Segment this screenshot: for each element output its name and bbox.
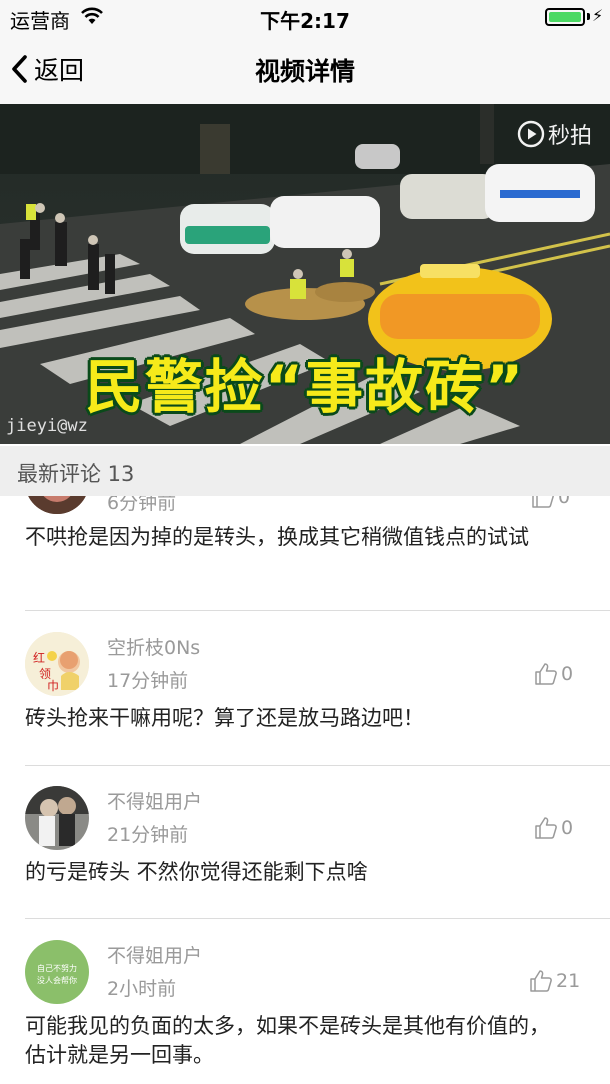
like-count: 21 (556, 970, 581, 992)
avatar-image: 自己不努力 没人会帮你 (25, 940, 89, 1004)
avatar[interactable] (25, 786, 89, 850)
avatar-image: 红 领 巾 (25, 632, 89, 696)
comment-text: 砖头抢来干嘛用呢？算了还是放马路边吧！ (25, 706, 424, 730)
comment-time: 2小时前 (107, 978, 177, 1000)
battery-icon (545, 8, 585, 26)
thumbs-up-icon (535, 817, 557, 839)
avatar-caption: 自己不努力 (37, 963, 77, 973)
uploader-tag: jieyi@wz (6, 416, 88, 436)
like-button[interactable]: 21 (528, 968, 580, 994)
comment-text: 可能我见的负面的太多，如果不是砖头是其他有价值的，估计就是另一回事。 (25, 1014, 550, 1067)
like-count: 0 (558, 496, 571, 508)
comment-item: 自己不努力 没人会帮你 不得姐用户 2小时前 21 可能我见的负面的太多，如果不… (0, 919, 610, 1084)
thumbs-up-icon (532, 496, 554, 508)
comment-item: 红 领 巾 空折枝0Ns 17分钟前 0 砖头抢来干嘛用呢？算了还是放马路边吧！ (0, 611, 610, 766)
comments-header: 最新评论 13 (0, 446, 610, 496)
like-button[interactable]: 0 (533, 661, 573, 687)
thumbs-up-icon (535, 663, 557, 685)
comment-item: 不得姐用户 21分钟前 0 的亏是砖头 不然你觉得还能剩下点啥 (0, 765, 610, 919)
comment-username: 空折枝0Ns (107, 637, 201, 659)
status-bar: 运营商 下午2:17 ⚡ (0, 0, 610, 34)
like-count: 0 (561, 817, 574, 839)
comment-text: 不哄抢是因为掉的是转头，换成其它稍微值钱点的试试 (25, 525, 529, 549)
comments-count-label: 最新评论 13 (17, 462, 135, 486)
comment-time: 6分钟前 (107, 496, 177, 514)
play-circle-icon (517, 120, 545, 148)
status-time: 下午2:17 (260, 9, 350, 33)
like-button[interactable]: 0 (533, 815, 573, 841)
video-player[interactable]: 秒拍 民警捡“事故砖” jieyi@wz (0, 104, 610, 444)
comment-time: 21分钟前 (107, 824, 189, 846)
battery-tip (587, 13, 590, 20)
watermark-label: 秒拍 (547, 124, 592, 149)
comment-text: 的亏是砖头 不然你觉得还能剩下点啥 (25, 860, 368, 884)
avatar[interactable] (25, 496, 89, 514)
like-count: 0 (561, 663, 574, 685)
avatar-caption: 没人会帮你 (37, 975, 77, 985)
navigation-bar: 返回 视频详情 (0, 34, 610, 104)
avatar[interactable]: 红 领 巾 (25, 632, 89, 696)
page-title: 视频详情 (254, 57, 355, 86)
comment-time: 17分钟前 (107, 670, 189, 692)
charging-bolt-icon: ⚡ (592, 6, 604, 25)
avatar-image (25, 786, 89, 850)
video-watermark: 秒拍 (516, 118, 592, 150)
avatar-char: 红 (33, 650, 45, 665)
comment-username: 不得姐用户 (107, 945, 203, 967)
video-caption: 民警捡“事故砖” (84, 353, 526, 421)
comment-list[interactable]: 6分钟前 0 不哄抢是因为掉的是转头，换成其它稍微值钱点的试试 红 领 巾 空折… (0, 496, 610, 1084)
comment-username: 不得姐用户 (107, 791, 203, 813)
comment-item: 6分钟前 0 不哄抢是因为掉的是转头，换成其它稍微值钱点的试试 (0, 496, 610, 612)
like-button[interactable]: 0 (530, 496, 570, 510)
avatar-char: 巾 (47, 679, 59, 693)
thumbs-up-icon (530, 970, 552, 992)
avatar-image (25, 496, 89, 514)
avatar[interactable]: 自己不努力 没人会帮你 (25, 940, 89, 1004)
